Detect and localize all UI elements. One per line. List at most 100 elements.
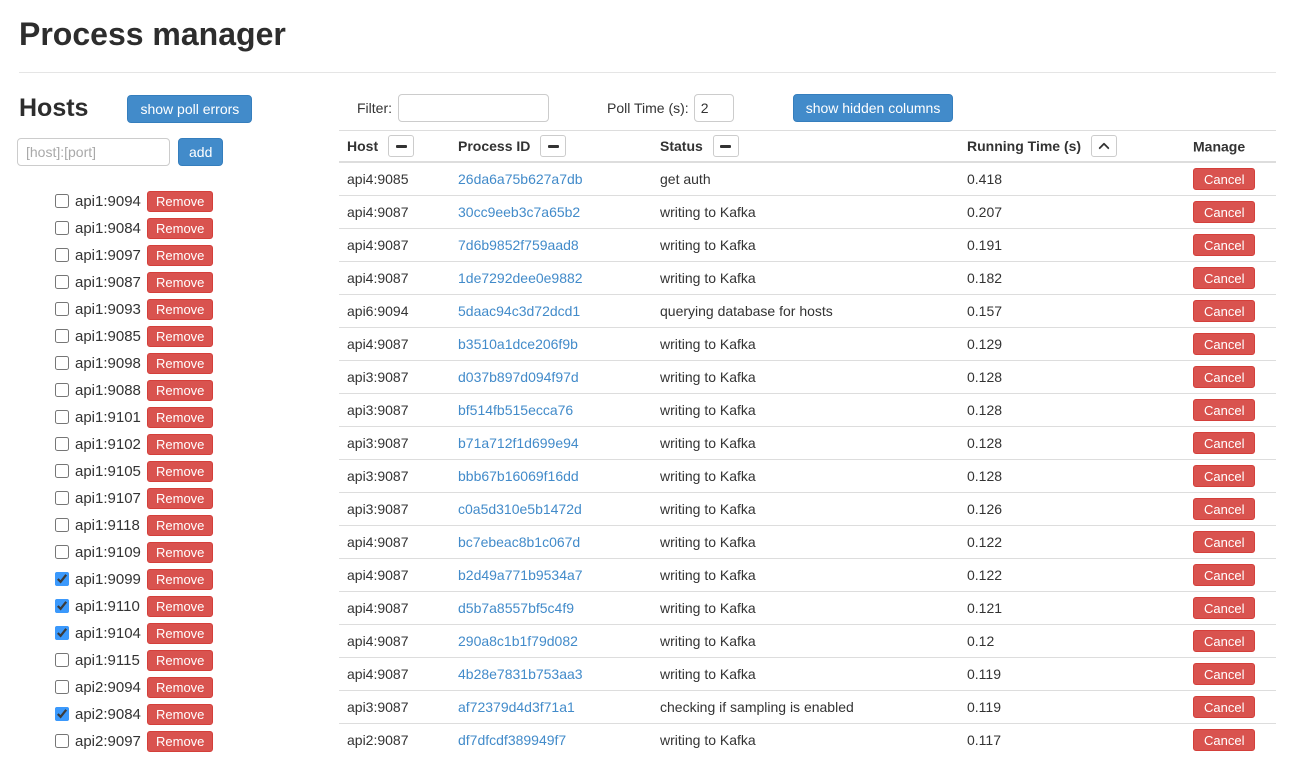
table-row: api3:9087 af72379d4d3f71a1 checking if s… <box>339 691 1276 724</box>
host-checkbox[interactable] <box>55 545 69 559</box>
remove-host-button[interactable]: Remove <box>147 515 213 536</box>
process-id-link[interactable]: b71a712f1d699e94 <box>458 435 579 451</box>
hide-column-button[interactable] <box>713 135 739 157</box>
cancel-button[interactable]: Cancel <box>1193 531 1255 553</box>
cancel-button[interactable]: Cancel <box>1193 432 1255 454</box>
host-list-item: api2:9084 Remove <box>55 703 319 725</box>
cancel-button[interactable]: Cancel <box>1193 267 1255 289</box>
remove-host-button[interactable]: Remove <box>147 407 213 428</box>
host-checkbox[interactable] <box>55 383 69 397</box>
process-id-link[interactable]: 4b28e7831b753aa3 <box>458 666 583 682</box>
show-poll-errors-button[interactable]: show poll errors <box>127 95 252 123</box>
remove-host-button[interactable]: Remove <box>147 353 213 374</box>
process-id-link[interactable]: df7dfcdf389949f7 <box>458 732 566 748</box>
host-name-label: api2:9097 <box>75 733 141 750</box>
status-cell: get auth <box>652 162 959 196</box>
remove-host-button[interactable]: Remove <box>147 650 213 671</box>
remove-host-button[interactable]: Remove <box>147 623 213 644</box>
cancel-button[interactable]: Cancel <box>1193 168 1255 190</box>
process-id-link[interactable]: 1de7292dee0e9882 <box>458 270 583 286</box>
remove-host-button[interactable]: Remove <box>147 569 213 590</box>
host-checkbox[interactable] <box>55 248 69 262</box>
host-checkbox[interactable] <box>55 707 69 721</box>
process-id-link[interactable]: af72379d4d3f71a1 <box>458 699 575 715</box>
remove-host-button[interactable]: Remove <box>147 380 213 401</box>
process-id-link[interactable]: d037b897d094f97d <box>458 369 579 385</box>
remove-host-button[interactable]: Remove <box>147 596 213 617</box>
add-host-row: add <box>17 138 319 166</box>
host-checkbox[interactable] <box>55 437 69 451</box>
cancel-button[interactable]: Cancel <box>1193 630 1255 652</box>
process-table: Host Process ID Status Running Time (s) … <box>339 130 1276 756</box>
remove-host-button[interactable]: Remove <box>147 272 213 293</box>
cancel-button[interactable]: Cancel <box>1193 399 1255 421</box>
remove-host-button[interactable]: Remove <box>147 488 213 509</box>
cancel-button[interactable]: Cancel <box>1193 234 1255 256</box>
remove-host-button[interactable]: Remove <box>147 731 213 752</box>
remove-host-button[interactable]: Remove <box>147 542 213 563</box>
cancel-button[interactable]: Cancel <box>1193 498 1255 520</box>
cancel-button[interactable]: Cancel <box>1193 597 1255 619</box>
process-id-link[interactable]: 5daac94c3d72dcd1 <box>458 303 580 319</box>
process-id-link[interactable]: 30cc9eeb3c7a65b2 <box>458 204 580 220</box>
host-checkbox[interactable] <box>55 734 69 748</box>
host-checkbox[interactable] <box>55 356 69 370</box>
running-time-cell: 0.191 <box>959 229 1185 262</box>
host-checkbox[interactable] <box>55 329 69 343</box>
running-time-cell: 0.117 <box>959 724 1185 757</box>
host-checkbox[interactable] <box>55 491 69 505</box>
filter-input[interactable] <box>398 94 549 122</box>
process-id-link[interactable]: 26da6a75b627a7db <box>458 171 583 187</box>
process-id-link[interactable]: 290a8c1b1f79d082 <box>458 633 578 649</box>
cancel-button[interactable]: Cancel <box>1193 696 1255 718</box>
cancel-button[interactable]: Cancel <box>1193 465 1255 487</box>
process-id-link[interactable]: c0a5d310e5b1472d <box>458 501 582 517</box>
process-id-link[interactable]: b3510a1dce206f9b <box>458 336 578 352</box>
remove-host-button[interactable]: Remove <box>147 299 213 320</box>
hide-column-button[interactable] <box>540 135 566 157</box>
process-id-link[interactable]: bf514fb515ecca76 <box>458 402 573 418</box>
add-host-input[interactable] <box>17 138 170 166</box>
process-id-link[interactable]: d5b7a8557bf5c4f9 <box>458 600 574 616</box>
sort-column-button[interactable] <box>1091 135 1117 157</box>
host-checkbox[interactable] <box>55 680 69 694</box>
remove-host-button[interactable]: Remove <box>147 677 213 698</box>
cancel-button[interactable]: Cancel <box>1193 300 1255 322</box>
process-id-link[interactable]: 7d6b9852f759aad8 <box>458 237 579 253</box>
host-checkbox[interactable] <box>55 410 69 424</box>
host-checkbox[interactable] <box>55 626 69 640</box>
host-name-label: api1:9085 <box>75 328 141 345</box>
add-host-button[interactable]: add <box>178 138 223 166</box>
cancel-button[interactable]: Cancel <box>1193 366 1255 388</box>
host-checkbox[interactable] <box>55 302 69 316</box>
host-checkbox[interactable] <box>55 653 69 667</box>
cancel-button[interactable]: Cancel <box>1193 663 1255 685</box>
process-id-link[interactable]: b2d49a771b9534a7 <box>458 567 583 583</box>
process-id-link[interactable]: bbb67b16069f16dd <box>458 468 579 484</box>
host-checkbox[interactable] <box>55 194 69 208</box>
poll-time-input[interactable] <box>694 94 734 122</box>
remove-host-button[interactable]: Remove <box>147 461 213 482</box>
remove-host-button[interactable]: Remove <box>147 704 213 725</box>
cancel-button[interactable]: Cancel <box>1193 564 1255 586</box>
running-time-cell: 0.129 <box>959 328 1185 361</box>
cancel-button[interactable]: Cancel <box>1193 201 1255 223</box>
host-checkbox[interactable] <box>55 599 69 613</box>
host-checkbox[interactable] <box>55 221 69 235</box>
cancel-button[interactable]: Cancel <box>1193 333 1255 355</box>
process-id-link[interactable]: bc7ebeac8b1c067d <box>458 534 580 550</box>
host-checkbox[interactable] <box>55 518 69 532</box>
host-list-item: api1:9101 Remove <box>55 406 319 428</box>
host-checkbox[interactable] <box>55 464 69 478</box>
remove-host-button[interactable]: Remove <box>147 191 213 212</box>
remove-host-button[interactable]: Remove <box>147 434 213 455</box>
host-checkbox[interactable] <box>55 572 69 586</box>
hide-column-button[interactable] <box>388 135 414 157</box>
host-checkbox[interactable] <box>55 275 69 289</box>
remove-host-button[interactable]: Remove <box>147 326 213 347</box>
status-cell: writing to Kafka <box>652 460 959 493</box>
remove-host-button[interactable]: Remove <box>147 245 213 266</box>
remove-host-button[interactable]: Remove <box>147 218 213 239</box>
cancel-button[interactable]: Cancel <box>1193 729 1255 751</box>
show-hidden-columns-button[interactable]: show hidden columns <box>793 94 954 122</box>
